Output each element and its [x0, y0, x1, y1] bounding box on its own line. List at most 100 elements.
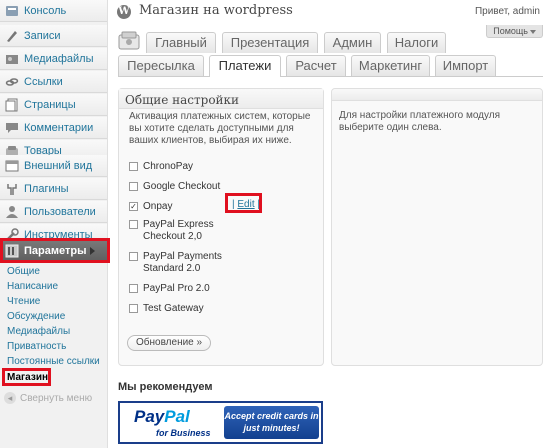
- sidebar-item-label: Комментарии: [24, 121, 94, 134]
- config-hint: Для настройки платежного модуля выберите…: [339, 110, 501, 133]
- gateway-label: Google Checkout: [143, 181, 221, 192]
- gateway-paypal-pro[interactable]: PayPal Pro 2.0: [129, 283, 210, 295]
- paypal-logo-pal: Pal: [164, 407, 190, 426]
- submenu-media[interactable]: Медиафайлы: [7, 326, 70, 337]
- sidebar-item-label: Ссылки: [24, 75, 63, 88]
- site-title[interactable]: Магазин на wordpress: [139, 3, 293, 18]
- tab-shipping[interactable]: Пересылка: [118, 55, 204, 76]
- edit-separator: |: [254, 199, 261, 210]
- settings-icon: [4, 243, 20, 259]
- sidebar-item-label: Медиафайлы: [24, 52, 94, 65]
- update-button[interactable]: Обновление »: [127, 335, 212, 351]
- gateway-label: Onpay: [143, 201, 173, 212]
- help-label: Помощь: [493, 26, 528, 36]
- paypal-logo-pay: Pay: [134, 407, 165, 426]
- paypal-cta: Accept credit cards in just minutes!: [224, 406, 319, 439]
- onpay-edit: | Edit |: [232, 199, 260, 210]
- tab-taxes[interactable]: Налоги: [387, 32, 446, 53]
- tab-import[interactable]: Импорт: [435, 55, 496, 76]
- plugins-icon: [4, 181, 20, 197]
- tab-admin[interactable]: Админ: [324, 32, 381, 53]
- chevron-down-icon: [530, 29, 536, 34]
- gateway-paypal-standard[interactable]: PayPal Payments Standard 2.0: [129, 251, 229, 275]
- wordpress-logo-icon: W: [117, 5, 131, 19]
- paypal-banner[interactable]: PayPal for Business Accept credit cards …: [118, 401, 323, 444]
- sidebar-item-pages[interactable]: Страницы: [0, 94, 107, 116]
- sidebar-item-label: Инструменты: [24, 228, 93, 241]
- sidebar-item-links[interactable]: Ссылки: [0, 71, 107, 93]
- checkbox-checked[interactable]: ✓: [129, 202, 138, 211]
- sidebar-item-label: Записи: [24, 29, 61, 42]
- gateway-label: PayPal Express Checkout 2,0: [143, 219, 214, 242]
- sidebar-item-label: Страницы: [24, 98, 76, 111]
- admin-header: W Магазин на wordpress Привет, admin: [109, 0, 550, 26]
- sidebar-item-media[interactable]: Медиафайлы: [0, 48, 107, 70]
- gateway-paypal-express[interactable]: PayPal Express Checkout 2,0: [129, 219, 229, 243]
- submenu-permalinks[interactable]: Постоянные ссылки: [7, 356, 100, 367]
- tab-divider: [281, 76, 543, 77]
- sidebar-item-plugins[interactable]: Плагины: [0, 178, 107, 200]
- checkbox[interactable]: [129, 220, 138, 229]
- general-settings-panel: Общие настройки Активация платежных сист…: [118, 88, 324, 366]
- gateway-config-panel: Для настройки платежного модуля выберите…: [331, 88, 543, 366]
- dashboard-icon: [4, 3, 20, 19]
- gateway-label: ChronoPay: [143, 161, 194, 172]
- sidebar-item-dashboard[interactable]: Консоль: [0, 0, 107, 22]
- checkbox[interactable]: [129, 162, 138, 171]
- admin-sidebar: Консоль Записи Медиафайлы Ссылки Страниц…: [0, 0, 110, 448]
- gateway-label: PayPal Pro 2.0: [143, 283, 210, 294]
- collapse-menu-button[interactable]: ◂ Свернуть меню: [4, 392, 92, 404]
- collapse-menu-label: Свернуть меню: [20, 392, 93, 404]
- help-button[interactable]: Помощь: [486, 25, 543, 38]
- tab-marketing[interactable]: Маркетинг: [351, 55, 430, 76]
- checkbox[interactable]: [129, 304, 138, 313]
- submenu-writing[interactable]: Написание: [7, 281, 58, 292]
- sidebar-item-label: Параметры: [24, 244, 87, 257]
- sidebar-item-label: Пользователи: [24, 205, 96, 218]
- submenu-shop[interactable]: Магазин: [7, 372, 48, 383]
- tab-main[interactable]: Главный: [146, 32, 216, 53]
- panel-description: Активация платежных систем, которые вы х…: [129, 111, 311, 146]
- sidebar-item-label: Внешний вид: [24, 159, 93, 172]
- tab-payments[interactable]: Платежи: [209, 55, 281, 77]
- users-icon: [4, 204, 20, 220]
- submenu-discussion[interactable]: Обсуждение: [7, 311, 65, 322]
- panel-title: Общие настройки: [119, 89, 323, 109]
- paypal-sub: for Business: [156, 428, 211, 438]
- sidebar-item-comments[interactable]: Комментарии: [0, 117, 107, 139]
- gateway-test[interactable]: Test Gateway: [129, 303, 204, 315]
- user-greeting[interactable]: Привет, admin: [475, 6, 540, 17]
- submenu-general[interactable]: Общие: [7, 266, 40, 277]
- sidebar-item-posts[interactable]: Записи: [0, 25, 107, 47]
- comments-icon: [4, 120, 20, 136]
- checkbox[interactable]: [129, 284, 138, 293]
- sidebar-item-appearance[interactable]: Внешний вид: [0, 155, 107, 177]
- sidebar-item-users[interactable]: Пользователи: [0, 201, 107, 223]
- collapse-arrow-icon: ◂: [4, 392, 16, 404]
- tab-divider: [118, 76, 209, 77]
- edit-link[interactable]: Edit: [237, 199, 254, 210]
- gateway-onpay[interactable]: ✓ Onpay: [129, 201, 172, 213]
- recommend-heading: Мы рекомендуем: [118, 381, 213, 393]
- appearance-icon: [4, 158, 20, 174]
- submenu-privacy[interactable]: Приватность: [7, 341, 66, 352]
- gateway-chronopay[interactable]: ChronoPay: [129, 161, 193, 173]
- checkbox[interactable]: [129, 252, 138, 261]
- panel-header: [332, 89, 542, 101]
- sidebar-item-label: Плагины: [24, 182, 69, 195]
- media-icon: [4, 51, 20, 67]
- gateway-label: PayPal Payments Standard 2.0: [143, 251, 222, 274]
- gateway-google-checkout[interactable]: Google Checkout: [129, 181, 220, 193]
- gateway-label: Test Gateway: [143, 303, 204, 314]
- sidebar-item-settings[interactable]: Параметры: [0, 240, 107, 262]
- paypal-logo: PayPal for Business: [122, 405, 220, 440]
- tab-checkout[interactable]: Расчет: [286, 55, 346, 76]
- tab-presentation[interactable]: Презентация: [222, 32, 318, 53]
- sidebar-item-label: Консоль: [24, 4, 67, 17]
- active-menu-arrow-icon: [90, 247, 95, 255]
- submenu-reading[interactable]: Чтение: [7, 296, 40, 307]
- shop-settings-icon: [118, 30, 140, 52]
- checkbox[interactable]: [129, 182, 138, 191]
- posts-icon: [4, 28, 20, 44]
- links-icon: [4, 74, 20, 90]
